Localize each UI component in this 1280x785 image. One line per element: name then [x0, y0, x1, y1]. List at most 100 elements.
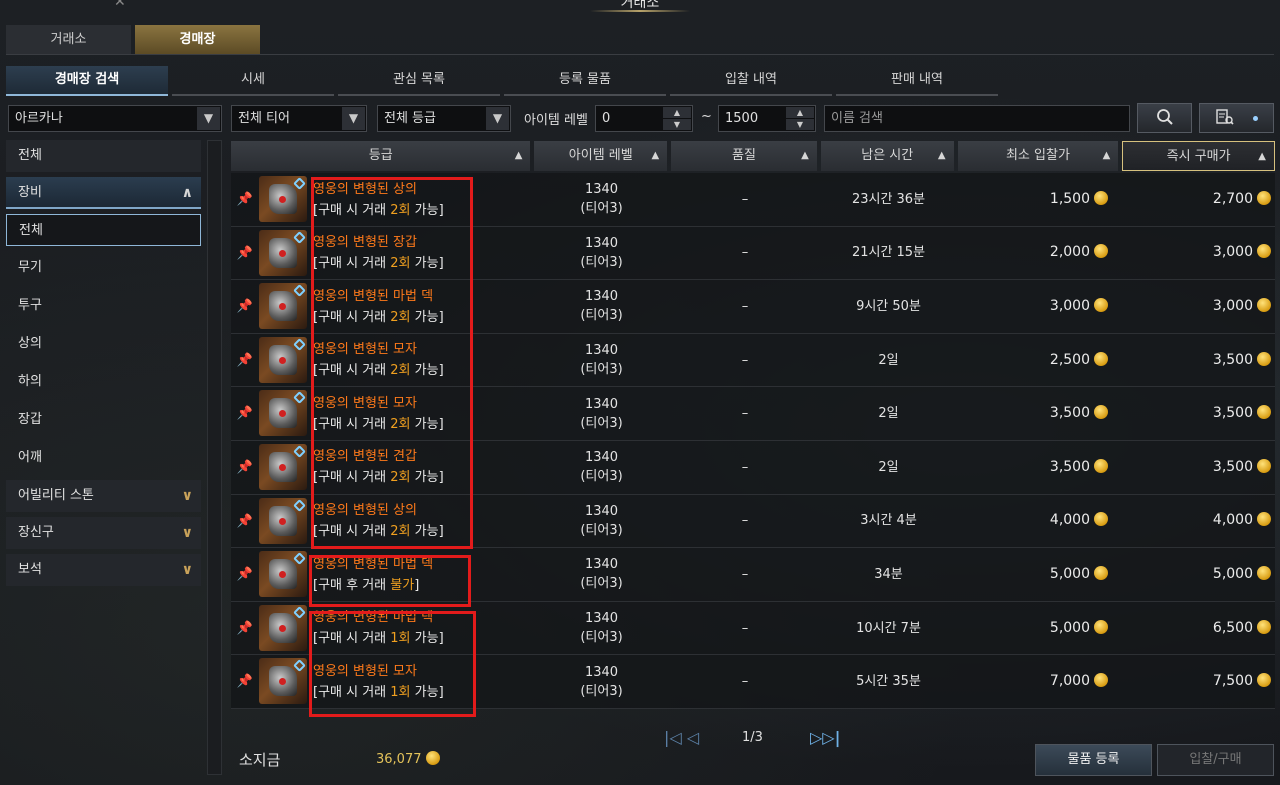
level-max-input[interactable]: 1500 ▲ ▼	[718, 105, 816, 132]
tab-registered[interactable]: 등록 물품	[504, 66, 666, 96]
quality-cell: –	[670, 334, 820, 387]
level-min-stepper[interactable]: ▲ ▼	[663, 107, 691, 131]
buyout-cell: 3,500	[1122, 334, 1275, 387]
min-bid-value: 2,000	[1049, 244, 1090, 261]
gold-coin-icon	[1257, 458, 1271, 473]
sidebar-subitem-gloves[interactable]: 장갑	[6, 404, 201, 436]
item-level: 1340	[584, 182, 619, 198]
quality-value: –	[741, 566, 749, 582]
buyout-value: 3,500	[1212, 405, 1253, 422]
first-prev-page-button[interactable]: |◁ ◁	[664, 728, 699, 747]
next-last-page-button[interactable]: ▷▷|	[810, 728, 840, 747]
pin-icon[interactable]: 📌	[231, 548, 259, 601]
stepper-up-icon[interactable]: ▲	[786, 107, 814, 119]
sidebar-item-label: 상의	[18, 336, 42, 351]
sort-icon: ▲	[1102, 150, 1111, 161]
register-item-button[interactable]: 물품 등록	[1035, 744, 1152, 776]
tab-watchlist[interactable]: 관심 목록	[338, 66, 500, 96]
item-level: 1340	[584, 450, 619, 466]
pin-icon[interactable]: 📌	[231, 387, 259, 440]
item-tier: (티어3)	[580, 683, 623, 699]
sidebar-item-ability-stone[interactable]: 어빌리티 스톤 ∨	[6, 480, 201, 512]
level-max-stepper[interactable]: ▲ ▼	[786, 107, 814, 131]
tab-bid-history[interactable]: 입찰 내역	[670, 66, 832, 96]
item-level: 1340	[584, 611, 619, 627]
remaining-time-cell: 2일	[820, 387, 957, 440]
item-level-cell: 1340 (티어3)	[533, 173, 670, 226]
item-rune	[293, 391, 306, 405]
sidebar-subitem-weapon[interactable]: 무기	[6, 252, 201, 284]
quality-value: –	[741, 513, 749, 529]
level-min-input[interactable]: 0 ▲ ▼	[595, 105, 693, 132]
sidebar-item-label: 무기	[18, 260, 42, 275]
pin-icon[interactable]: 📌	[231, 495, 259, 548]
remaining-time: 2일	[878, 459, 899, 475]
buyout-price: 6,500	[1213, 619, 1271, 638]
buyout-cell: 7,500	[1122, 655, 1275, 708]
item-level-cell: 1340 (티어3)	[533, 441, 670, 494]
pin-icon[interactable]: 📌	[231, 280, 259, 333]
col-remaining-time[interactable]: 남은 시간 ▲	[820, 141, 954, 171]
sidebar-scrollbar[interactable]	[207, 140, 222, 775]
pin-icon[interactable]: 📌	[231, 173, 259, 226]
level-max-value: 1500	[725, 111, 759, 126]
sidebar-subitem-all[interactable]: 전체	[6, 214, 201, 246]
tab-exchange[interactable]: 거래소	[6, 25, 131, 54]
min-bid-price: 2,500	[1050, 351, 1108, 370]
sidebar-subitem-bottom[interactable]: 하의	[6, 366, 201, 398]
col-buyout[interactable]: 즉시 구매가 ▲	[1122, 141, 1275, 171]
col-item-level[interactable]: 아이템 레벨 ▲	[534, 141, 668, 171]
item-rune	[293, 230, 306, 244]
sidebar-item-accessory[interactable]: 장신구 ∨	[6, 517, 201, 549]
item-level-cell: 1340 (티어3)	[533, 280, 670, 333]
pin-icon[interactable]: 📌	[231, 441, 259, 494]
close-icon[interactable]: ✕	[114, 0, 126, 10]
min-bid-cell: 4,000	[957, 495, 1122, 548]
col-quality[interactable]: 품질 ▲	[671, 141, 817, 171]
detail-search-button[interactable]	[1199, 103, 1274, 133]
search-button[interactable]	[1137, 103, 1192, 133]
pin-icon[interactable]: 📌	[231, 602, 259, 655]
chevron-down-icon: ∨	[181, 562, 193, 578]
stepper-down-icon[interactable]: ▼	[663, 119, 691, 131]
col-grade[interactable]: 등급 ▲	[231, 141, 531, 171]
column-label: 즉시 구매가	[1166, 149, 1231, 164]
tab-auction[interactable]: 경매장	[135, 25, 260, 54]
pin-icon[interactable]: 📌	[231, 334, 259, 387]
stepper-up-icon[interactable]: ▲	[663, 107, 691, 119]
min-bid-value: 5,000	[1049, 565, 1090, 582]
sidebar-subitem-top[interactable]: 상의	[6, 328, 201, 360]
grade-select[interactable]: 전체 등급 ▼	[377, 105, 511, 132]
chevron-up-icon: ∧	[181, 185, 193, 201]
sidebar-item-all[interactable]: 전체	[6, 140, 201, 172]
stepper-down-icon[interactable]: ▼	[786, 119, 814, 131]
remaining-time: 5시간 35분	[856, 674, 921, 690]
tab-sale-history[interactable]: 판매 내역	[836, 66, 998, 96]
pin-icon[interactable]: 📌	[231, 655, 259, 708]
class-select-value: 아르카나	[15, 111, 63, 126]
tab-market-price[interactable]: 시세	[172, 66, 334, 96]
chevron-down-icon: ∨	[181, 525, 193, 541]
sidebar-item-equipment[interactable]: 장비 ∧	[6, 177, 201, 209]
buyout-price: 5,000	[1213, 565, 1271, 584]
gold-coin-icon	[1257, 351, 1271, 366]
bid-buy-button[interactable]: 입찰/구매	[1157, 744, 1274, 776]
sidebar-subitem-helmet[interactable]: 투구	[6, 290, 201, 322]
min-bid-price: 1,500	[1050, 190, 1108, 209]
min-bid-cell: 1,500	[957, 173, 1122, 226]
tier-select[interactable]: 전체 티어 ▼	[231, 105, 367, 132]
pin-icon[interactable]: 📌	[231, 227, 259, 280]
buyout-value: 3,000	[1212, 297, 1253, 314]
name-search-input[interactable]: 이름 검색	[824, 105, 1130, 132]
item-rune	[293, 605, 306, 619]
title-ornament	[590, 10, 690, 12]
sidebar-item-gem[interactable]: 보석 ∨	[6, 554, 201, 586]
column-label: 최소 입찰가	[1005, 148, 1070, 163]
sidebar-subitem-shoulder[interactable]: 어깨	[6, 442, 201, 474]
class-select[interactable]: 아르카나 ▼	[8, 105, 222, 132]
col-min-bid[interactable]: 최소 입찰가 ▲	[957, 141, 1119, 171]
tab-auction-search[interactable]: 경매장 검색	[6, 66, 168, 96]
gold-coin-icon	[1094, 673, 1108, 688]
sort-icon: ▲	[514, 150, 523, 161]
buyout-price: 2,700	[1213, 190, 1271, 209]
